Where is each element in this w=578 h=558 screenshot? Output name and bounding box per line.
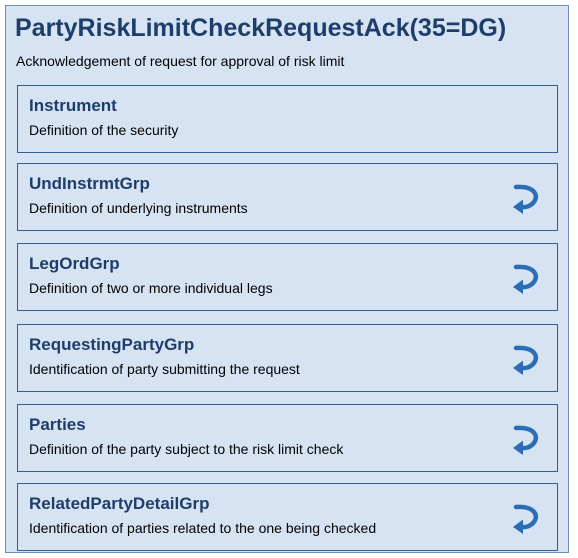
component-parties[interactable]: Parties Definition of the party subject … <box>17 404 558 472</box>
component-description: Identification of party submitting the r… <box>29 361 300 377</box>
component-legordgrp[interactable]: LegOrdGrp Definition of two or more indi… <box>17 243 558 311</box>
component-name: UndInstrmtGrp <box>29 174 150 193</box>
component-description: Definition of underlying instruments <box>29 200 248 216</box>
component-instrument[interactable]: Instrument Definition of the security <box>17 85 558 153</box>
repeat-arrow-icon <box>513 504 538 534</box>
message-title: PartyRiskLimitCheckRequestAck(35=DG) <box>15 14 507 42</box>
component-name: Parties <box>29 415 86 434</box>
repeat-arrow-icon <box>513 425 538 455</box>
component-name: LegOrdGrp <box>29 254 120 273</box>
component-description: Definition of two or more individual leg… <box>29 280 273 296</box>
component-description: Definition of the party subject to the r… <box>29 441 344 457</box>
message-box: PartyRiskLimitCheckRequestAck(35=DG) Ack… <box>5 5 569 553</box>
message-description: Acknowledgement of request for approval … <box>16 53 345 69</box>
component-requestingpartygrp[interactable]: RequestingPartyGrp Identification of par… <box>17 324 558 392</box>
repeat-arrow-icon <box>513 184 538 214</box>
repeat-arrow-icon <box>513 264 538 294</box>
component-name: Instrument <box>29 96 117 115</box>
component-description: Definition of the security <box>29 122 179 138</box>
component-relatedpartydetailgrp[interactable]: RelatedPartyDetailGrp Identification of … <box>17 483 558 551</box>
component-name: RequestingPartyGrp <box>29 335 195 354</box>
component-description: Identification of parties related to the… <box>29 520 377 536</box>
component-name: RelatedPartyDetailGrp <box>29 494 210 513</box>
repeat-arrow-icon <box>513 345 538 375</box>
component-undinstrmtgrp[interactable]: UndInstrmtGrp Definition of underlying i… <box>17 163 558 231</box>
